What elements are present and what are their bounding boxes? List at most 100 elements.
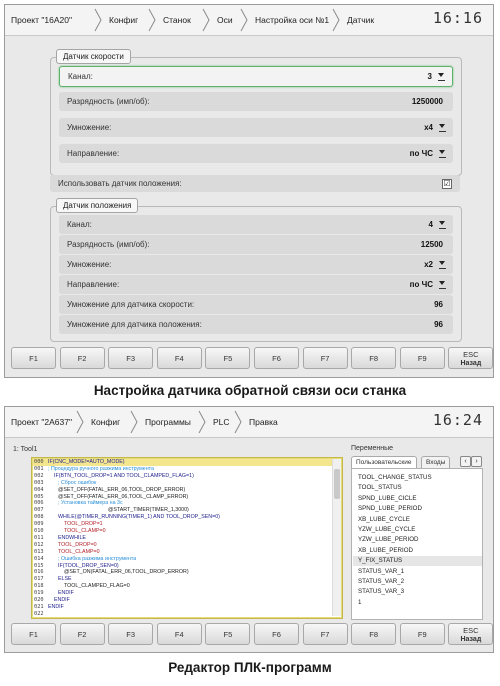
- setting-value[interactable]: по ЧС: [410, 275, 433, 294]
- function-key-f9[interactable]: F9: [399, 623, 445, 645]
- variable-item[interactable]: YZW_LUBE_CYCLE: [358, 525, 478, 535]
- setting-value[interactable]: 3: [428, 67, 432, 86]
- use-position-sensor-row[interactable]: Использовать датчик положения: ☑: [50, 175, 460, 192]
- function-key-f9[interactable]: F9: [399, 347, 445, 369]
- code-line[interactable]: ; Сброс ошибок: [58, 480, 343, 487]
- caption-sensor-settings: Настройка датчика обратной связи оси ста…: [93, 383, 407, 398]
- code-line[interactable]: @SET_OFF(FATAL_ERR_06,TOOL_DROP_ERROR): [58, 487, 343, 494]
- setting-value: 12500: [420, 240, 443, 249]
- function-key-f6[interactable]: F6: [254, 623, 299, 645]
- code-line[interactable]: ENDWHILE: [58, 535, 343, 542]
- variables-list[interactable]: TOOL_CHANGE_STATUS TOOL_STATUS SPND_LUBE_C…: [351, 468, 483, 620]
- breadcrumb-item[interactable]: Конфиг: [109, 5, 138, 35]
- code-line[interactable]: WHILE(@TIMER_RUNNING(TIMER_1) AND TOOL_D…: [58, 514, 343, 521]
- variable-item[interactable]: TOOL_CHANGE_STATUS: [358, 473, 478, 483]
- function-key-f3[interactable]: F3: [108, 347, 154, 369]
- variable-item[interactable]: XB_LUBE_CYCLE: [358, 515, 478, 525]
- chevron-right-icon: [198, 410, 206, 434]
- variable-item[interactable]: STATUS_VAR_1: [358, 567, 478, 577]
- function-key-f4[interactable]: F4: [156, 347, 202, 369]
- dropdown-arrow-icon[interactable]: [439, 261, 446, 269]
- breadcrumb-item[interactable]: Проект "2А637": [11, 407, 72, 437]
- variable-item[interactable]: YZW_LUBE_PERIOD: [358, 535, 478, 545]
- function-key-f8[interactable]: F8: [351, 347, 397, 369]
- variable-item[interactable]: XB_LUBE_PERIOD: [358, 546, 478, 556]
- code-line[interactable]: ENDIF: [48, 604, 333, 611]
- breadcrumb-item[interactable]: Датчик: [347, 5, 374, 35]
- setting-row[interactable]: Направление: по ЧС: [59, 144, 453, 163]
- breadcrumb: Проект "2А637" Конфиг Программы PLC Правка: [5, 407, 493, 438]
- variable-item[interactable]: 1: [358, 598, 478, 608]
- code-line[interactable]: ; Процедура ручного разжима инструмента: [48, 466, 333, 473]
- use-position-sensor-checkbox[interactable]: ☑: [442, 179, 452, 189]
- function-key-f5[interactable]: F5: [205, 347, 251, 369]
- code-line[interactable]: TOOL_CLAMP=0: [58, 549, 343, 556]
- dropdown-arrow-icon[interactable]: [439, 124, 446, 132]
- variable-item[interactable]: SPND_LUBE_CICLE: [358, 494, 478, 504]
- variable-item[interactable]: Y_FIX_STATUS: [353, 556, 482, 567]
- function-key-f7[interactable]: F7: [302, 623, 348, 645]
- setting-row: Умножение для датчика скорости: 96: [59, 295, 453, 314]
- code-line[interactable]: ; Ошибка разжима инструмента: [58, 556, 343, 563]
- function-key-f2[interactable]: F2: [59, 623, 105, 645]
- chevron-right-icon: [94, 8, 102, 32]
- function-key-f7[interactable]: F7: [302, 347, 348, 369]
- setting-value[interactable]: 4: [429, 215, 433, 234]
- function-key-f4[interactable]: F4: [156, 623, 202, 645]
- setting-row[interactable]: Умножение: x4: [59, 118, 453, 137]
- breadcrumb-item[interactable]: Оси: [217, 5, 233, 35]
- code-line[interactable]: TOOL_CLAMPED_FLAG=0: [64, 583, 349, 590]
- code-line[interactable]: TOOL_DROP=0: [58, 542, 343, 549]
- dropdown-arrow-icon[interactable]: [439, 221, 446, 229]
- variable-item[interactable]: TOOL_STATUS: [358, 483, 478, 493]
- breadcrumb-item[interactable]: Конфиг: [91, 407, 120, 437]
- function-key-f2[interactable]: F2: [59, 347, 105, 369]
- line-number: 018: [34, 583, 44, 590]
- breadcrumb-item[interactable]: Правка: [249, 407, 278, 437]
- setting-value[interactable]: x4: [424, 118, 433, 137]
- setting-row[interactable]: Канал: 3: [59, 66, 453, 87]
- function-key-f5[interactable]: F5: [205, 623, 251, 645]
- setting-label: Направление:: [67, 280, 120, 289]
- code-line[interactable]: ; Установка таймера на 3с: [58, 500, 343, 507]
- esc-back-button[interactable]: ESC Назад: [448, 347, 494, 369]
- variable-item[interactable]: STATUS_VAR_3: [358, 587, 478, 597]
- code-line[interactable]: IF(TOOL_DROP_SEN=0): [58, 563, 343, 570]
- breadcrumb-item[interactable]: Проект "16А20": [11, 5, 72, 35]
- function-key-f3[interactable]: F3: [108, 623, 154, 645]
- esc-back-button[interactable]: ESC Назад: [448, 623, 494, 645]
- setting-row[interactable]: Канал: 4: [59, 215, 453, 234]
- tab-user-variables[interactable]: Пользовательские: [351, 456, 417, 468]
- setting-row[interactable]: Направление: по ЧС: [59, 275, 453, 294]
- code-line[interactable]: ELSE: [58, 576, 343, 583]
- breadcrumb-item[interactable]: Программы: [145, 407, 191, 437]
- function-key-f1[interactable]: F1: [11, 623, 56, 645]
- breadcrumb-item[interactable]: Станок: [163, 5, 191, 35]
- code-line[interactable]: [48, 611, 333, 618]
- code-editor[interactable]: 000 IF(CNC_MODE!=AUTO_MODE) 001; Процедура…: [31, 457, 343, 619]
- chevron-right-icon: [234, 410, 242, 434]
- code-line[interactable]: TOOL_DROP=1: [64, 521, 349, 528]
- breadcrumb-item[interactable]: PLC: [213, 407, 230, 437]
- setting-value[interactable]: x2: [424, 255, 433, 274]
- code-line[interactable]: ENDIF: [54, 597, 339, 604]
- variable-item[interactable]: STATUS_VAR_2: [358, 577, 478, 587]
- function-key-f6[interactable]: F6: [254, 347, 299, 369]
- code-line[interactable]: IF(BTN_TOOL_DROP=1 AND TOOL_CLAMPED_FLAG…: [54, 473, 339, 480]
- tab-inputs[interactable]: Входы: [421, 456, 451, 468]
- dropdown-arrow-icon[interactable]: [439, 150, 446, 158]
- code-line[interactable]: @SET_ON(FATAL_ERR_06,TOOL_DROP_ERROR): [64, 569, 349, 576]
- dropdown-arrow-icon[interactable]: [439, 281, 446, 289]
- function-key-f1[interactable]: F1: [11, 347, 56, 369]
- setting-row[interactable]: Умножение: x2: [59, 255, 453, 274]
- setting-value[interactable]: по ЧС: [410, 144, 433, 163]
- code-line[interactable]: ENDIF: [58, 590, 343, 597]
- code-line[interactable]: TOOL_CLAMP=0: [64, 528, 349, 535]
- variable-item[interactable]: SPND_LUBE_PERIOD: [358, 504, 478, 514]
- breadcrumb-item[interactable]: Настройка оси №1: [255, 5, 329, 35]
- chevron-right-icon[interactable]: ›: [471, 456, 482, 467]
- dropdown-arrow-icon[interactable]: [438, 73, 445, 81]
- code-line[interactable]: IF(CNC_MODE!=AUTO_MODE): [48, 459, 333, 466]
- chevron-left-icon[interactable]: ‹: [460, 456, 471, 467]
- function-key-f8[interactable]: F8: [351, 623, 397, 645]
